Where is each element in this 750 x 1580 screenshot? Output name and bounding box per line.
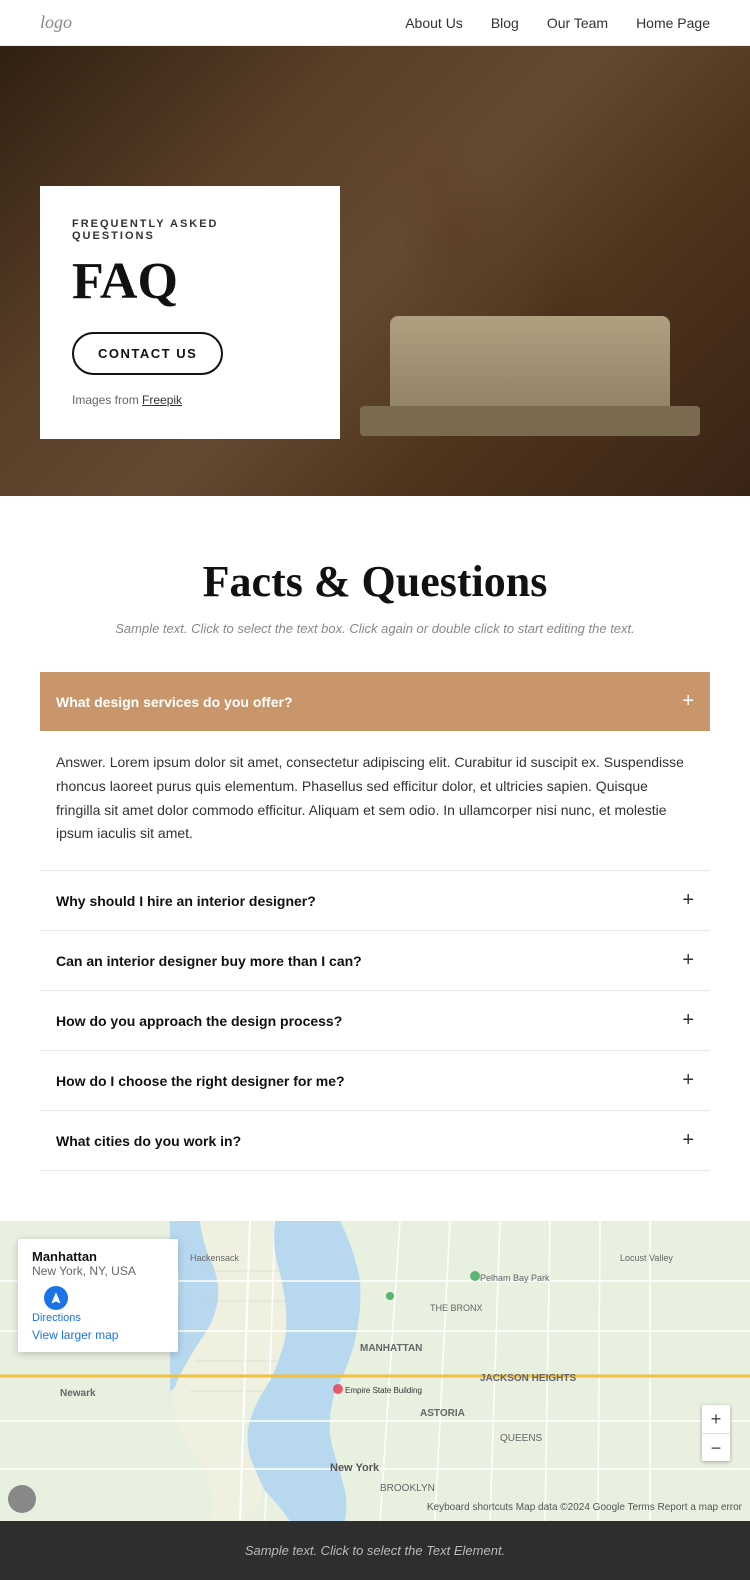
map-popup: Manhattan New York, NY, USA Directions V… — [18, 1239, 178, 1352]
faq-list: What design services do you offer? + Ans… — [40, 672, 710, 1171]
svg-text:Hackensack: Hackensack — [190, 1253, 240, 1263]
hero-card: FREQUENTLY ASKED QUESTIONS FAQ CONTACT U… — [40, 186, 340, 439]
navigation-icon — [49, 1291, 63, 1305]
faq-question-label-5: What cities do you work in? — [56, 1133, 241, 1149]
faq-answer-0: Answer. Lorem ipsum dolor sit amet, cons… — [40, 731, 710, 870]
faq-toggle-icon-4: + — [682, 1069, 694, 1092]
directions-icon — [44, 1286, 68, 1310]
nav-links: About Us Blog Our Team Home Page — [405, 15, 710, 31]
svg-text:QUEENS: QUEENS — [500, 1433, 543, 1444]
map-location-sub: New York, NY, USA — [32, 1264, 164, 1278]
hero-subtitle: FREQUENTLY ASKED QUESTIONS — [72, 218, 304, 242]
hero-section: FREQUENTLY ASKED QUESTIONS FAQ CONTACT U… — [0, 46, 750, 496]
freepik-link[interactable]: Freepik — [142, 393, 182, 407]
faq-toggle-icon-0: + — [682, 690, 694, 713]
map-attribution: Keyboard shortcuts Map data ©2024 Google… — [427, 1502, 742, 1513]
svg-text:Locust Valley: Locust Valley — [620, 1253, 673, 1263]
facts-heading: Facts & Questions — [40, 556, 710, 607]
faq-item-4: How do I choose the right designer for m… — [40, 1051, 710, 1111]
faq-question-4[interactable]: How do I choose the right designer for m… — [40, 1051, 710, 1110]
zoom-in-button[interactable]: + — [702, 1405, 730, 1433]
faq-toggle-icon-3: + — [682, 1009, 694, 1032]
logo: logo — [40, 12, 72, 33]
svg-text:BROOKLYN: BROOKLYN — [380, 1483, 435, 1494]
faq-item-5: What cities do you work in? + — [40, 1111, 710, 1171]
footer: Sample text. Click to select the Text El… — [0, 1521, 750, 1580]
faq-item-2: Can an interior designer buy more than I… — [40, 931, 710, 991]
faq-question-1[interactable]: Why should I hire an interior designer? … — [40, 871, 710, 930]
facts-sample-text: Sample text. Click to select the text bo… — [40, 621, 710, 636]
svg-text:Newark: Newark — [60, 1388, 96, 1399]
svg-text:THE BRONX: THE BRONX — [430, 1303, 483, 1313]
faq-toggle-icon-5: + — [682, 1129, 694, 1152]
svg-text:Empire State Building: Empire State Building — [345, 1386, 422, 1395]
view-larger-map-link[interactable]: View larger map — [32, 1328, 164, 1342]
navbar: logo About Us Blog Our Team Home Page — [0, 0, 750, 46]
map-section: MANHATTAN ASTORIA JACKSON HEIGHTS QUEENS… — [0, 1221, 750, 1521]
images-prefix: Images from — [72, 393, 139, 407]
svg-text:JACKSON HEIGHTS: JACKSON HEIGHTS — [480, 1373, 576, 1384]
faq-toggle-icon-1: + — [682, 889, 694, 912]
map-popup-actions: Directions — [32, 1286, 164, 1324]
nav-our-team[interactable]: Our Team — [547, 15, 608, 31]
images-credit: Images from Freepik — [72, 393, 304, 407]
hero-title: FAQ — [72, 256, 304, 308]
zoom-out-button[interactable]: − — [702, 1433, 730, 1461]
faq-question-label-4: How do I choose the right designer for m… — [56, 1073, 345, 1089]
directions-label: Directions — [32, 1312, 81, 1324]
footer-text: Sample text. Click to select the Text El… — [40, 1543, 710, 1558]
hero-decoration — [390, 316, 670, 436]
nav-home-page[interactable]: Home Page — [636, 15, 710, 31]
directions-button[interactable]: Directions — [32, 1286, 81, 1324]
svg-text:ASTORIA: ASTORIA — [420, 1408, 465, 1419]
faq-question-3[interactable]: How do you approach the design process? … — [40, 991, 710, 1050]
faq-question-label-3: How do you approach the design process? — [56, 1013, 342, 1029]
faq-question-2[interactable]: Can an interior designer buy more than I… — [40, 931, 710, 990]
faq-question-label-2: Can an interior designer buy more than I… — [56, 953, 362, 969]
faq-question-5[interactable]: What cities do you work in? + — [40, 1111, 710, 1170]
faq-question-label-1: Why should I hire an interior designer? — [56, 893, 316, 909]
faq-toggle-icon-2: + — [682, 949, 694, 972]
svg-text:New York: New York — [330, 1462, 380, 1474]
faq-item-0: What design services do you offer? + Ans… — [40, 672, 710, 871]
contact-us-button[interactable]: CONTACT US — [72, 332, 223, 375]
faq-item-3: How do you approach the design process? … — [40, 991, 710, 1051]
nav-about[interactable]: About Us — [405, 15, 463, 31]
nav-blog[interactable]: Blog — [491, 15, 519, 31]
map-user-avatar — [8, 1485, 36, 1513]
faq-question-0[interactable]: What design services do you offer? + — [40, 672, 710, 731]
facts-section: Facts & Questions Sample text. Click to … — [0, 496, 750, 1211]
svg-text:MANHATTAN: MANHATTAN — [360, 1343, 422, 1354]
svg-text:Pelham Bay Park: Pelham Bay Park — [480, 1273, 550, 1283]
map-zoom-controls: + − — [702, 1405, 730, 1461]
map-location-title: Manhattan — [32, 1249, 164, 1264]
faq-question-label-0: What design services do you offer? — [56, 694, 293, 710]
faq-item-1: Why should I hire an interior designer? … — [40, 871, 710, 931]
